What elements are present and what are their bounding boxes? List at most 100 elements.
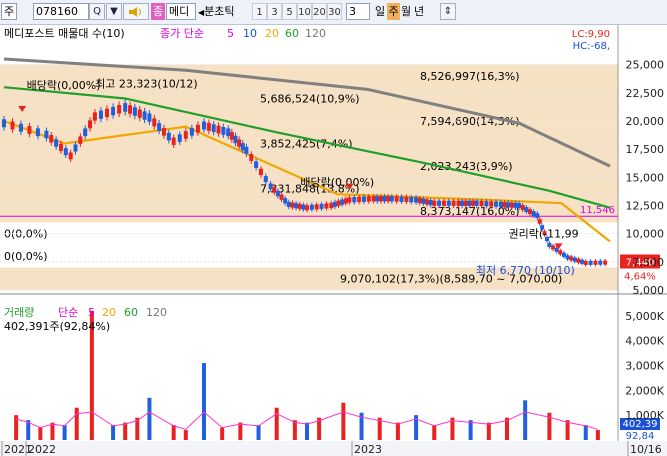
market-select[interactable]: 주 bbox=[1, 3, 17, 20]
candle-body bbox=[569, 256, 574, 261]
candle-body bbox=[572, 257, 577, 262]
period-button-1[interactable]: 1 bbox=[252, 3, 267, 20]
volume-bar bbox=[468, 420, 473, 440]
candle-body bbox=[58, 143, 63, 151]
candle-body bbox=[229, 132, 234, 140]
tag-badge: 종 bbox=[151, 3, 165, 20]
candle-body bbox=[520, 205, 525, 211]
candle-body bbox=[479, 200, 484, 207]
candle-body bbox=[263, 176, 268, 183]
price-tick-label: 17,500 bbox=[626, 143, 665, 156]
candle-body bbox=[547, 242, 552, 247]
volume-bar bbox=[62, 425, 67, 440]
candle-body bbox=[394, 196, 399, 202]
volume-bar bbox=[486, 422, 491, 440]
period-button-20[interactable]: 20 bbox=[312, 3, 327, 20]
day-button[interactable]: 일 bbox=[375, 3, 387, 20]
candle-body bbox=[111, 106, 116, 116]
volume-bar bbox=[583, 425, 588, 440]
candle-body bbox=[201, 121, 206, 130]
candle-body bbox=[319, 203, 324, 209]
price-tick-label: 22,500 bbox=[626, 87, 665, 100]
candle-body bbox=[451, 200, 456, 206]
code-input[interactable]: 078160 bbox=[33, 3, 89, 20]
time-axis-band bbox=[0, 441, 667, 456]
period-button-10[interactable]: 10 bbox=[297, 3, 312, 20]
month-button[interactable]: 월 bbox=[401, 3, 413, 20]
candle-body bbox=[558, 250, 563, 255]
candle-body bbox=[506, 202, 511, 208]
volume-bar bbox=[183, 430, 188, 440]
candle-body bbox=[494, 201, 499, 207]
count-select[interactable]: 3 bbox=[346, 3, 370, 20]
tick-select[interactable]: ◀분초틱 bbox=[198, 3, 250, 20]
volume-bar bbox=[305, 422, 309, 440]
volume-tick-label: 3,000K bbox=[625, 360, 664, 373]
volume-bar bbox=[274, 407, 279, 440]
candle-body bbox=[460, 200, 465, 206]
legend-ma-5: 5 bbox=[227, 27, 234, 40]
candle-body bbox=[498, 201, 503, 207]
volume-bar bbox=[595, 430, 600, 440]
volume-bar bbox=[147, 397, 152, 440]
candle-body bbox=[279, 194, 284, 200]
candle-body bbox=[463, 200, 468, 206]
candle-body bbox=[88, 120, 93, 129]
volume-title: 거래량 bbox=[4, 306, 34, 319]
period-button-30[interactable]: 30 bbox=[327, 3, 342, 20]
candle-body bbox=[258, 168, 263, 176]
candle-body bbox=[286, 201, 291, 207]
week-button[interactable]: 주 bbox=[387, 3, 400, 20]
year-button[interactable]: 년 bbox=[414, 3, 426, 20]
candle-body bbox=[309, 204, 314, 210]
price-tick-label: 25,000 bbox=[626, 59, 665, 72]
volume-ma-120: 120 bbox=[146, 306, 167, 319]
candle-body bbox=[226, 128, 231, 137]
toolbar: 주 078160 Q ▼ 종 메디 ◀분초틱 1 3 5 10 20 30 3 일 주 월… bbox=[0, 0, 667, 25]
volume-bar bbox=[292, 420, 297, 440]
volume-bar bbox=[123, 422, 128, 440]
legend-ma-10: 10 bbox=[243, 27, 257, 40]
candle-body bbox=[375, 196, 380, 202]
volume-bar bbox=[341, 402, 346, 440]
price-axis: 5,000 7,500 10,000 12,500 15,000 17,500 20,000… bbox=[625, 59, 664, 423]
candle-body bbox=[531, 211, 536, 216]
candle-body bbox=[290, 202, 295, 208]
legend-ma-120: 120 bbox=[305, 27, 326, 40]
sync-icon: ⇕ bbox=[443, 6, 453, 17]
period-button-5[interactable]: 5 bbox=[282, 3, 297, 20]
stock-chart[interactable]: 8,526,997(16,3%)5,686,524(10,9%)7,594,69… bbox=[0, 25, 667, 456]
period-button-3[interactable]: 3 bbox=[267, 3, 282, 20]
candle-body bbox=[347, 197, 352, 203]
stock-name-box[interactable]: 메디 bbox=[166, 3, 196, 20]
volume-ma-60: 60 bbox=[124, 306, 138, 319]
annotation-0: 최고 23,323(10/12) bbox=[95, 78, 198, 91]
candle-body bbox=[484, 201, 489, 207]
candle-body bbox=[340, 199, 345, 205]
candle-body bbox=[576, 258, 581, 263]
candle-body bbox=[147, 113, 152, 122]
candle-body bbox=[240, 143, 245, 151]
profile-label-1: 5,686,524(10,9%) bbox=[260, 92, 360, 105]
code-dropdown-button[interactable]: ▼ bbox=[106, 3, 122, 20]
sync-button[interactable]: ⇕ bbox=[440, 3, 456, 20]
search-button[interactable]: Q bbox=[89, 3, 105, 20]
last-change-label: 4,64% bbox=[624, 272, 656, 283]
candle-body bbox=[35, 128, 40, 137]
candle-body bbox=[157, 123, 162, 132]
candle-body bbox=[467, 200, 472, 206]
candle-body bbox=[399, 196, 404, 202]
price-tick-label: 7,500 bbox=[633, 256, 665, 269]
candle-body bbox=[583, 260, 588, 265]
candle-body bbox=[551, 245, 556, 250]
speaker-icon bbox=[129, 7, 141, 17]
candle-body bbox=[206, 122, 211, 131]
hc-value: HC:-68, bbox=[573, 41, 610, 52]
candle-body bbox=[371, 196, 376, 202]
candle-body bbox=[509, 202, 514, 208]
volume-bar bbox=[432, 425, 437, 440]
speaker-button[interactable] bbox=[123, 3, 149, 20]
candle-body bbox=[417, 197, 422, 204]
lc-value: LC:9,90 bbox=[572, 29, 610, 40]
candle-body bbox=[471, 200, 476, 206]
